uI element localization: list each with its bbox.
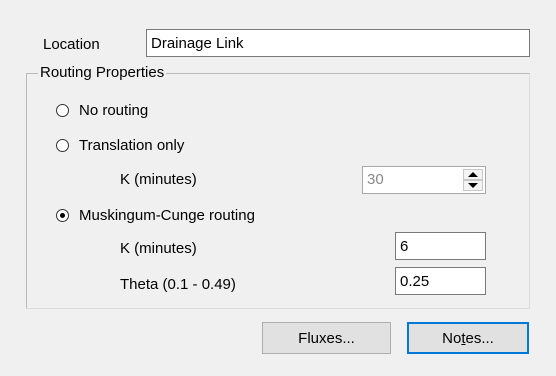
translation-k-value: 30 bbox=[367, 171, 384, 188]
muskingum-cunge-option[interactable]: Muskingum-Cunge routing bbox=[56, 205, 255, 225]
muskingum-k-input[interactable] bbox=[395, 232, 486, 260]
theta-label: Theta (0.1 - 0.49) bbox=[120, 276, 236, 293]
no-routing-option[interactable]: No routing bbox=[56, 100, 148, 120]
theta-input[interactable] bbox=[395, 267, 486, 295]
muskingum-cunge-radio[interactable] bbox=[56, 208, 69, 222]
translation-only-radio[interactable] bbox=[56, 138, 69, 152]
translation-k-label: K (minutes) bbox=[120, 171, 197, 188]
muskingum-cunge-label: Muskingum-Cunge routing bbox=[79, 206, 255, 224]
translation-only-option[interactable]: Translation only bbox=[56, 135, 184, 155]
no-routing-radio[interactable] bbox=[56, 103, 69, 117]
spinner-down-button[interactable] bbox=[463, 180, 483, 191]
location-label: Location bbox=[43, 36, 100, 53]
sub-unit-dialog: Location Routing Properties No routing T… bbox=[0, 0, 556, 376]
muskingum-k-label: K (minutes) bbox=[120, 240, 197, 257]
notes-label-pre: No bbox=[442, 329, 462, 347]
triangle-down-icon bbox=[468, 183, 478, 188]
translation-k-spinner[interactable]: 30 bbox=[362, 166, 486, 194]
spinner-up-button[interactable] bbox=[463, 169, 483, 180]
routing-properties-title: Routing Properties bbox=[38, 64, 167, 81]
location-input[interactable] bbox=[146, 29, 530, 57]
spinner-buttons bbox=[463, 169, 483, 191]
notes-button[interactable]: No t es... bbox=[407, 322, 529, 354]
triangle-up-icon bbox=[468, 172, 478, 177]
no-routing-label: No routing bbox=[79, 101, 149, 119]
fluxes-button[interactable]: Fluxes... bbox=[262, 322, 391, 354]
translation-only-label: Translation only bbox=[79, 136, 185, 154]
notes-label-post: es... bbox=[465, 329, 494, 347]
